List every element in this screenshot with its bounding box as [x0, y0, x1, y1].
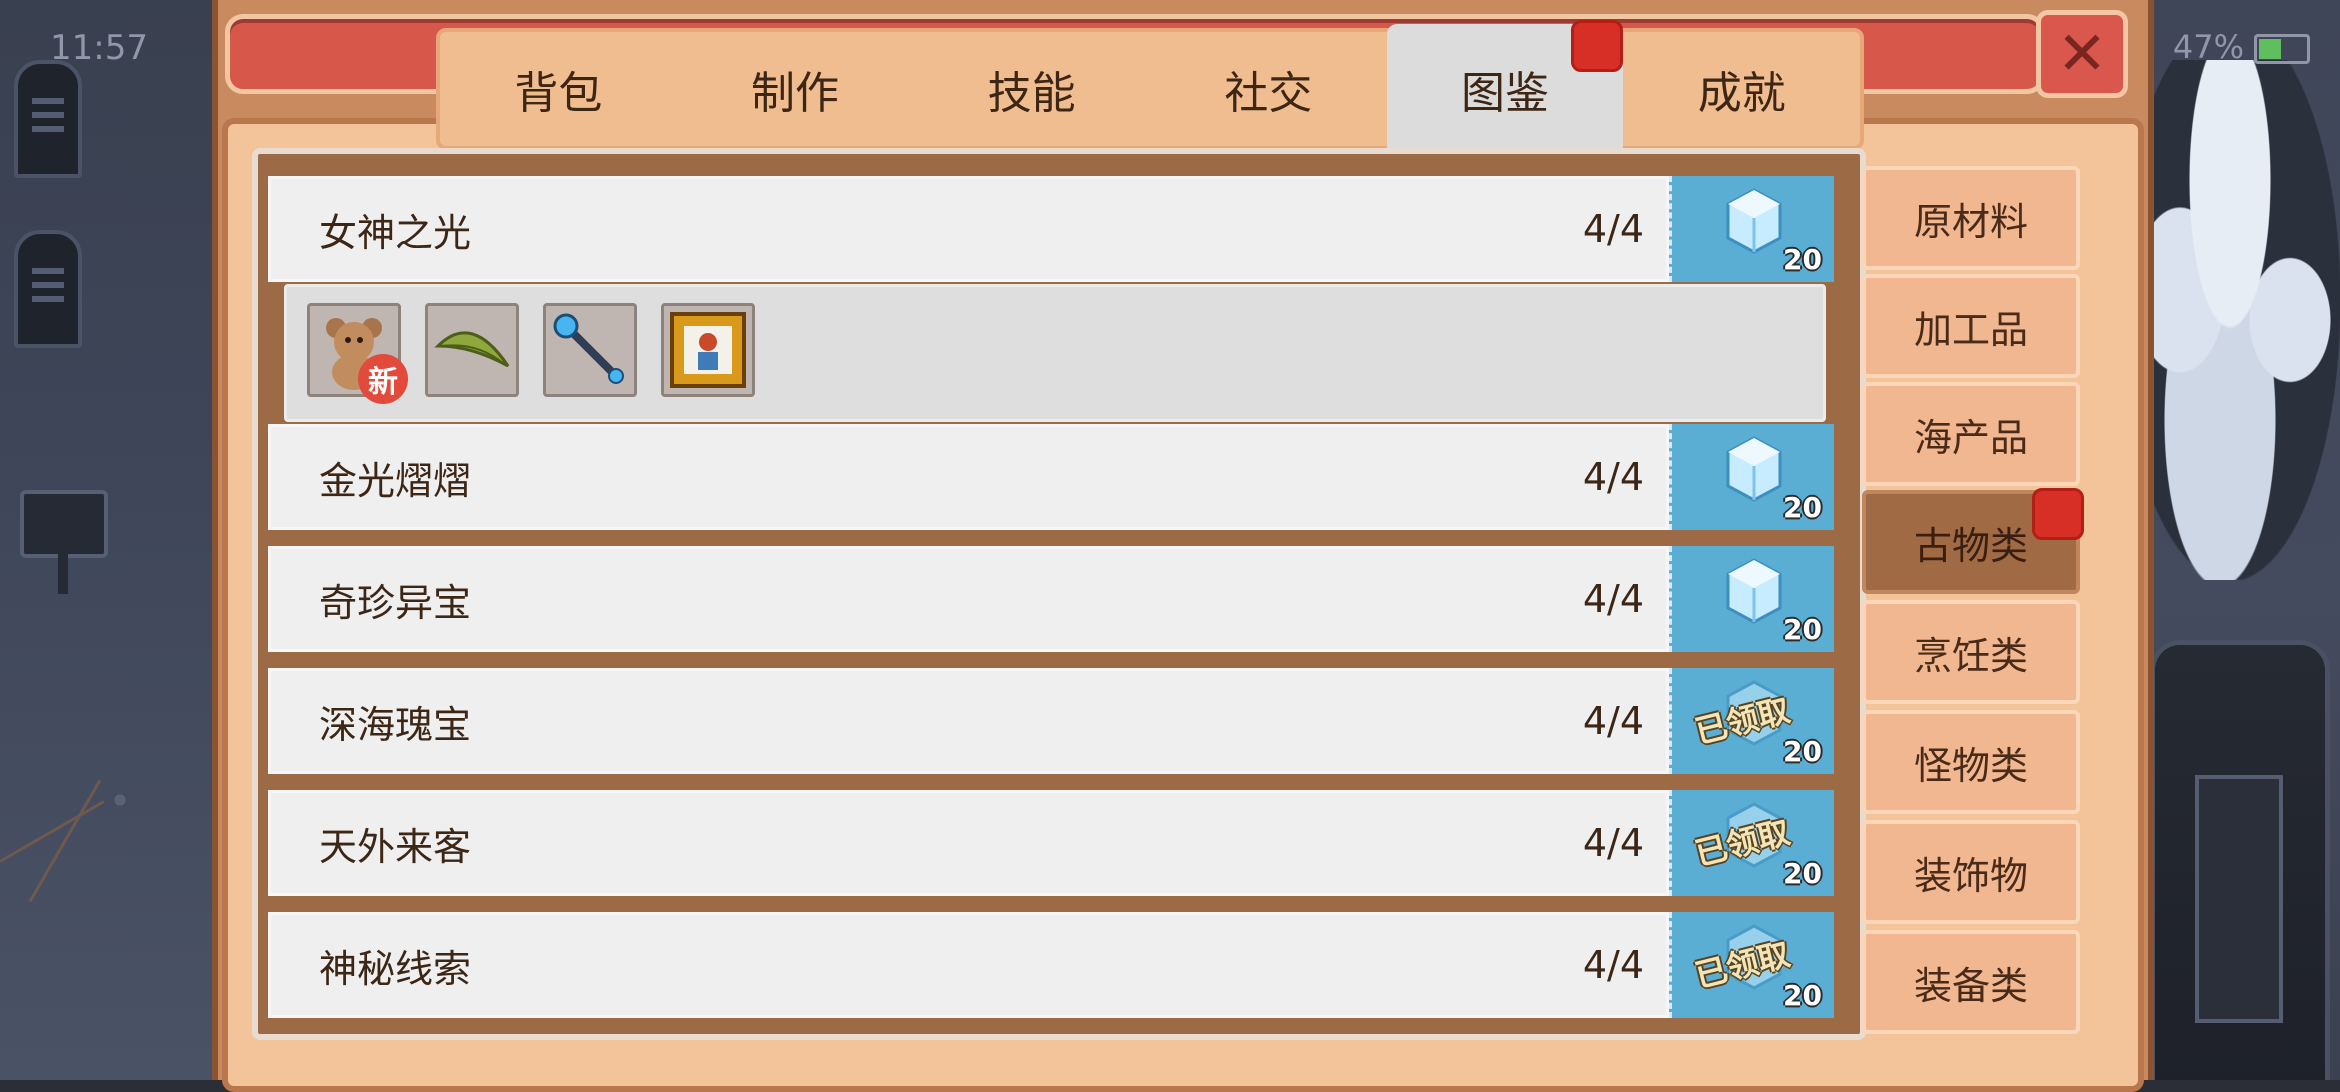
collection-row[interactable]: 金光熠熠 4/4 20: [268, 424, 1834, 530]
tab-crafting[interactable]: 制作: [677, 32, 914, 146]
tab-social[interactable]: 社交: [1150, 32, 1387, 146]
row-title: 天外来客: [319, 824, 472, 869]
new-badge: 新: [358, 354, 408, 404]
reward-amount: 20: [1783, 979, 1822, 1012]
tab-backpack[interactable]: 背包: [440, 32, 677, 146]
row-body: 神秘线索 4/4: [268, 912, 1669, 1018]
reward-amount: 20: [1783, 613, 1822, 646]
tab-achievements[interactable]: 成就: [1623, 32, 1860, 146]
row-body: 深海瑰宝 4/4: [268, 668, 1669, 774]
reward-amount: 20: [1783, 735, 1822, 768]
category-label: 装备类: [1913, 963, 2028, 1008]
collection-row[interactable]: 深海瑰宝 4/4 已领取 20: [268, 668, 1834, 774]
category-label: 海产品: [1913, 415, 2028, 460]
tab-label: 背包: [514, 68, 603, 119]
row-count: 4/4: [1582, 577, 1644, 621]
notification-dot: [1571, 20, 1624, 72]
gravestone-icon: [14, 60, 82, 178]
status-time: 11:57: [50, 28, 148, 68]
category-decorations[interactable]: 装饰物: [1862, 820, 2080, 924]
category-seafood[interactable]: 海产品: [1862, 382, 2080, 486]
battery-percent: 47%: [2172, 28, 2244, 66]
row-body: 女神之光 4/4: [268, 176, 1669, 282]
portrait-frame-icon[interactable]: [661, 303, 755, 397]
collection-row[interactable]: 奇珍异宝 4/4 20: [268, 546, 1834, 652]
battery-icon: [2254, 34, 2310, 64]
category-equipment[interactable]: 装备类: [1862, 930, 2080, 1034]
row-title: 深海瑰宝: [319, 702, 472, 747]
row-title: 奇珍异宝: [319, 580, 472, 625]
category-label: 原材料: [1913, 199, 2028, 244]
expanded-item-tray: 新: [284, 284, 1826, 422]
tab-label: 图鉴: [1461, 68, 1550, 119]
row-count: 4/4: [1582, 943, 1644, 987]
row-count: 4/4: [1582, 699, 1644, 743]
category-cooking[interactable]: 烹饪类: [1862, 600, 2080, 704]
ice-crystal-icon: [1726, 558, 1782, 624]
teddy-bear-icon[interactable]: 新: [307, 303, 408, 404]
ice-crystal-icon: [1726, 188, 1782, 254]
tab-label: 制作: [751, 68, 839, 119]
row-title: 神秘线索: [319, 946, 472, 991]
reward-amount: 20: [1783, 243, 1822, 276]
collection-row[interactable]: 神秘线索 4/4 已领取 20: [268, 912, 1834, 1018]
row-body: 金光熠熠 4/4: [268, 424, 1669, 530]
category-monsters[interactable]: 怪物类: [1862, 710, 2080, 814]
status-battery: 47%: [2173, 28, 2310, 66]
gravestone-icon: [14, 230, 82, 348]
magic-wand-icon[interactable]: [543, 303, 637, 397]
reward-claimed: 已领取 20: [1669, 912, 1834, 1018]
reward-button[interactable]: 20: [1669, 176, 1834, 282]
category-label: 加工品: [1913, 307, 2028, 352]
row-count: 4/4: [1582, 207, 1644, 251]
row-title: 女神之光: [319, 210, 472, 255]
tab-label: 技能: [987, 68, 1076, 119]
collection-row[interactable]: 女神之光 4/4 20: [268, 176, 1834, 282]
row-body: 奇珍异宝 4/4: [268, 546, 1669, 652]
row-count: 4/4: [1582, 455, 1644, 499]
row-body: 天外来客 4/4: [268, 790, 1669, 896]
notification-dot: [2032, 488, 2084, 540]
reward-claimed: 已领取 20: [1669, 668, 1834, 774]
reward-button[interactable]: 20: [1669, 546, 1834, 652]
category-raw-materials[interactable]: 原材料: [1862, 166, 2080, 270]
category-label: 怪物类: [1913, 743, 2028, 788]
category-label: 装饰物: [1913, 853, 2028, 898]
tab-bar: 背包 制作 技能 社交 图鉴 成就: [436, 20, 1864, 154]
row-count: 4/4: [1582, 821, 1644, 865]
category-label: 烹饪类: [1913, 633, 2028, 678]
tab-skills[interactable]: 技能: [913, 32, 1150, 146]
category-processed-goods[interactable]: 加工品: [1862, 274, 2080, 378]
reward-button[interactable]: 20: [1669, 424, 1834, 530]
category-antiquities[interactable]: 古物类: [1862, 488, 2084, 594]
tab-collection[interactable]: 图鉴: [1386, 20, 1624, 154]
tab-label: 成就: [1697, 68, 1786, 119]
close-icon: ✕: [2056, 19, 2108, 89]
close-button[interactable]: ✕: [2036, 10, 2128, 98]
wooden-sign-icon: [20, 490, 108, 594]
reward-amount: 20: [1783, 491, 1822, 524]
tab-label: 社交: [1224, 68, 1313, 119]
leaf-icon[interactable]: [425, 303, 519, 397]
collection-row[interactable]: 天外来客 4/4 已领取 20: [268, 790, 1834, 896]
row-title: 金光熠熠: [319, 458, 472, 503]
reward-claimed: 已领取 20: [1669, 790, 1834, 896]
category-label: 古物类: [1913, 523, 2028, 568]
reward-amount: 20: [1783, 857, 1822, 890]
stone-pedestal-icon: [2150, 640, 2330, 1080]
ice-crystal-icon: [1726, 436, 1782, 502]
